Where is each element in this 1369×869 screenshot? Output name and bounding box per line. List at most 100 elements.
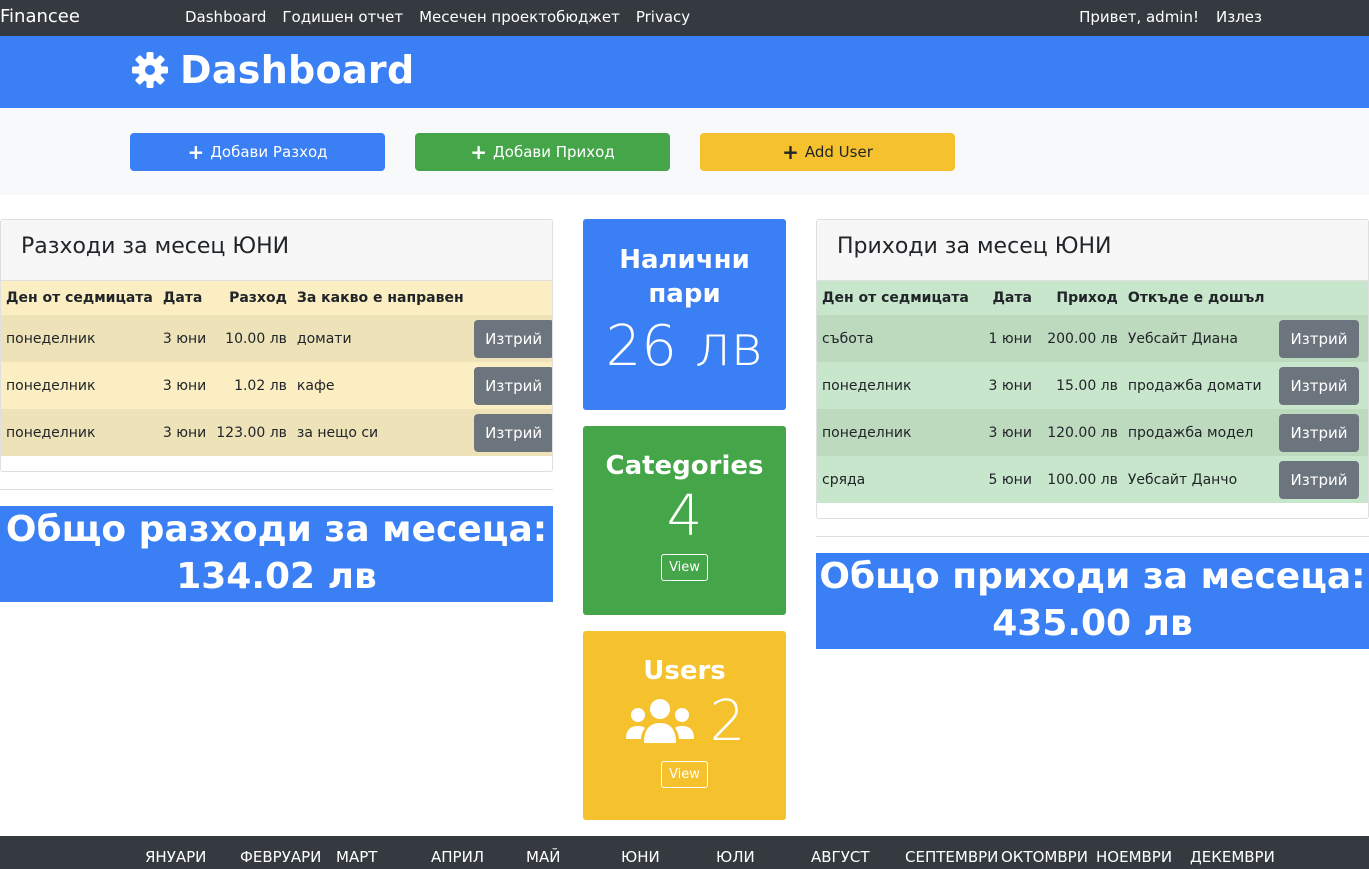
delete-button[interactable]: Изтрий xyxy=(1279,319,1359,358)
logout-link[interactable]: Излез xyxy=(1216,8,1262,26)
cash-value: 26 лв xyxy=(605,314,764,379)
add-expense-label: Добави Разход xyxy=(210,143,328,161)
users-value: 2 xyxy=(709,689,746,754)
divider xyxy=(816,536,1369,537)
month-link-march[interactable]: МАРТ xyxy=(336,848,377,866)
cell-date: 3 юни xyxy=(162,330,207,347)
top-navbar: Financee Dashboard Годишен отчет Месечен… xyxy=(0,0,1369,36)
action-bar: + Добави Разход + Добави Приход + Add Us… xyxy=(0,108,1369,195)
cell-day: понеделник xyxy=(822,377,912,394)
add-expense-button[interactable]: + Добави Разход xyxy=(130,133,385,171)
cell-amount: 100.00 лв xyxy=(1047,471,1118,488)
cell-date: 3 юни xyxy=(988,424,1032,441)
cell-amount: 123.00 лв xyxy=(216,424,287,441)
income-total-label: Общо приходи за месеца: xyxy=(819,556,1366,597)
month-link-december[interactable]: ДЕКЕМВРИ xyxy=(1190,848,1275,866)
cell-day: понеделник xyxy=(822,424,912,441)
divider xyxy=(0,489,553,490)
column-header: Приход xyxy=(1056,290,1118,306)
month-link-november[interactable]: НОЕМВРИ xyxy=(1096,848,1172,866)
income-card: Приходи за месец ЮНИ Ден от седмицата Да… xyxy=(816,219,1369,519)
expenses-total-label: Общо разходи за месеца: xyxy=(5,509,548,550)
cell-source: продажба модел xyxy=(1127,424,1254,441)
add-user-button[interactable]: + Add User xyxy=(700,133,955,171)
expenses-table: Ден от седмицата Дата Разход За какво е … xyxy=(1,281,552,456)
cell-date: 3 юни xyxy=(162,377,207,394)
cell-source: Уебсайт Диана xyxy=(1127,330,1238,347)
cell-source: продажба домати xyxy=(1127,377,1262,394)
nav-link-monthly-budget[interactable]: Месечен проектобюджет xyxy=(419,8,620,26)
month-link-october[interactable]: ОКТОМВРИ xyxy=(1001,848,1088,866)
table-row: понеделник 3 юни 120.00 лв продажба моде… xyxy=(817,409,1368,456)
month-link-january[interactable]: ЯНУАРИ xyxy=(145,848,206,866)
income-table: Ден от седмицата Дата Приход Откъде е до… xyxy=(817,281,1368,503)
nav-link-dashboard[interactable]: Dashboard xyxy=(185,8,266,26)
delete-button[interactable]: Изтрий xyxy=(1279,413,1359,452)
page-header: Dashboard xyxy=(0,36,1369,108)
nav-links: Dashboard Годишен отчет Месечен проектоб… xyxy=(185,8,690,26)
month-link-april[interactable]: АПРИЛ xyxy=(431,848,484,866)
nav-link-annual-report[interactable]: Годишен отчет xyxy=(282,8,403,26)
column-header: За какво е направен xyxy=(296,290,464,306)
users-stat: 2 xyxy=(583,687,786,757)
delete-button[interactable]: Изтрий xyxy=(1279,366,1359,405)
cell-amount: 15.00 лв xyxy=(1056,377,1118,394)
month-link-june[interactable]: ЮНИ xyxy=(621,848,660,866)
table-row: понеделник 3 юни 15.00 лв продажба домат… xyxy=(817,362,1368,409)
month-link-may[interactable]: МАЙ xyxy=(526,848,560,866)
nav-link-privacy[interactable]: Privacy xyxy=(636,8,690,26)
column-header: Дата xyxy=(162,290,203,306)
add-income-button[interactable]: + Добави Приход xyxy=(415,133,670,171)
categories-title: Categories xyxy=(605,451,764,481)
add-income-label: Добави Приход xyxy=(493,143,615,161)
expenses-card: Разходи за месец ЮНИ Ден от седмицата Да… xyxy=(0,219,553,472)
cell-amount: 10.00 лв xyxy=(225,330,287,347)
cell-date: 3 юни xyxy=(162,424,207,441)
page-title: Dashboard xyxy=(130,48,414,92)
cell-date: 5 юни xyxy=(988,471,1032,488)
delete-button[interactable]: Изтрий xyxy=(473,319,552,358)
month-link-july[interactable]: ЮЛИ xyxy=(716,848,755,866)
cell-amount: 1.02 лв xyxy=(234,377,287,394)
income-total: Общо приходи за месеца: 435.00 лв xyxy=(816,553,1369,649)
month-link-february[interactable]: ФЕВРУАРИ xyxy=(240,848,321,866)
income-title: Приходи за месец ЮНИ xyxy=(817,220,1368,281)
plus-icon: + xyxy=(782,140,799,164)
column-header: Ден от седмицата xyxy=(6,290,153,306)
cell-day: сряда xyxy=(822,471,866,488)
cell-amount: 120.00 лв xyxy=(1047,424,1118,441)
cash-tile: Налични пари 26 лв xyxy=(583,219,786,410)
delete-button[interactable]: Изтрий xyxy=(1279,460,1359,499)
table-row: понеделник 3 юни 1.02 лв кафе Изтрий xyxy=(1,362,552,409)
cash-title: Налични пари xyxy=(619,245,750,309)
cell-date: 3 юни xyxy=(988,377,1032,394)
months-footer: ЯНУАРИ ФЕВРУАРИ МАРТ АПРИЛ МАЙ ЮНИ ЮЛИ А… xyxy=(0,836,1369,869)
greeting-link[interactable]: Привет, admin! xyxy=(1079,8,1199,26)
cell-day: събота xyxy=(822,330,874,347)
month-link-august[interactable]: АВГУСТ xyxy=(811,848,869,866)
table-row: понеделник 3 юни 123.00 лв за нещо си Из… xyxy=(1,409,552,456)
table-row: сряда 5 юни 100.00 лв Уебсайт Данчо Изтр… xyxy=(817,456,1368,503)
delete-button[interactable]: Изтрий xyxy=(473,366,552,405)
column-header: Разход xyxy=(229,290,287,306)
expenses-total-value: 134.02 лв xyxy=(176,556,377,597)
cell-day: понеделник xyxy=(6,424,96,441)
brand-logo[interactable]: Financee xyxy=(0,6,80,27)
cell-source: Уебсайт Данчо xyxy=(1127,471,1238,488)
cell-day: понеделник xyxy=(6,330,96,347)
categories-view-button[interactable]: View xyxy=(661,554,708,581)
gear-icon xyxy=(132,52,168,88)
cell-purpose: за нещо си xyxy=(296,424,379,441)
column-header: Откъде е дошъл xyxy=(1127,290,1265,306)
categories-tile: Categories 4 View xyxy=(583,426,786,615)
users-title: Users xyxy=(643,656,726,686)
users-view-button[interactable]: View xyxy=(661,761,708,788)
expenses-total: Общо разходи за месеца: 134.02 лв xyxy=(0,506,553,602)
cell-purpose: кафе xyxy=(296,377,335,394)
cell-day: понеделник xyxy=(6,377,96,394)
plus-icon: + xyxy=(470,140,488,164)
table-row: събота 1 юни 200.00 лв Уебсайт Диана Изт… xyxy=(817,315,1368,362)
categories-value: 4 xyxy=(666,484,703,549)
month-link-september[interactable]: СЕПТЕМВРИ xyxy=(905,848,998,866)
delete-button[interactable]: Изтрий xyxy=(473,413,552,452)
